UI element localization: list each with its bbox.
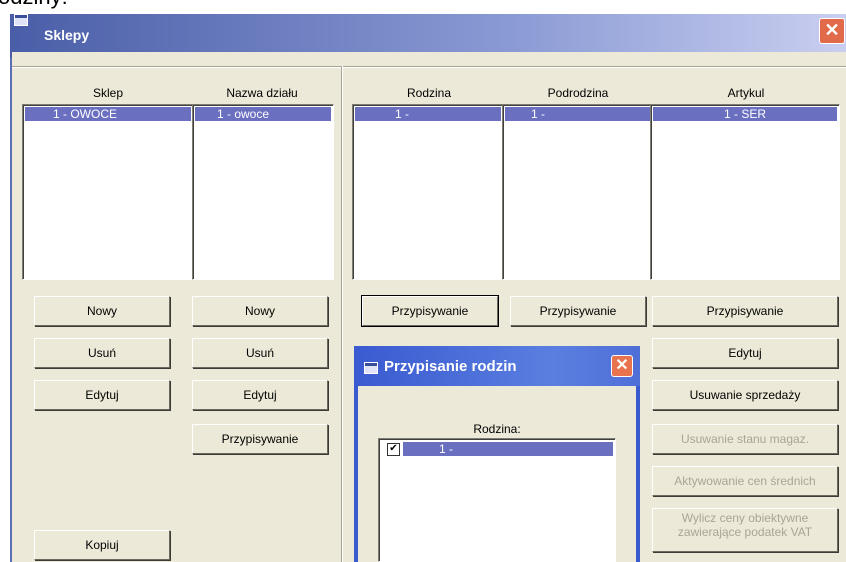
aktywowanie-cen-srednich-button[interactable]: Aktywowanie cen średnich	[652, 466, 838, 496]
dialog-window-icon	[364, 362, 378, 374]
artykul-list[interactable]: 1 - SER	[650, 104, 840, 280]
checkbox-icon[interactable]: ✔	[387, 443, 400, 456]
vertical-separator	[341, 66, 343, 562]
window-title: Sklepy	[44, 27, 90, 43]
sklep-edytuj-button[interactable]: Edytuj	[34, 380, 170, 410]
dialog-title: Przypisanie rodzin	[384, 358, 517, 375]
dialog-close-icon[interactable]: ✕	[611, 355, 633, 377]
podrodzina-header: Podrodzina	[547, 86, 609, 100]
podrodzina-przypisywanie-button[interactable]: Przypisywanie	[510, 296, 646, 326]
dzial-nowy-button[interactable]: Nowy	[192, 296, 328, 326]
rodzina-list-item-selected[interactable]: 1 -	[355, 107, 501, 121]
artykul-header: Artykul	[727, 86, 765, 100]
sklep-header: Sklep	[92, 86, 124, 100]
wylicz-ceny-line2: zawierające podatek VAT	[677, 525, 813, 539]
dzial-usun-button[interactable]: Usuń	[192, 338, 328, 368]
nazwa-dzialu-list-item-selected[interactable]: 1 - owoce	[195, 107, 331, 121]
rodzina-przypisywanie-button[interactable]: Przypisywanie	[361, 295, 499, 327]
podrodzina-list-item-selected[interactable]: 1 -	[505, 107, 651, 121]
background-page-text: odziny:	[0, 0, 68, 10]
wylicz-ceny-line1: Wylicz ceny obiektywne	[681, 511, 809, 525]
rodzina-checklist-item-label: 1 -	[439, 442, 454, 456]
rodzina-checklist-item[interactable]: 1 -	[403, 442, 613, 456]
sklep-usun-button[interactable]: Usuń	[34, 338, 170, 368]
artykul-list-item-selected[interactable]: 1 - SER	[653, 107, 837, 121]
podrodzina-list[interactable]: 1 -	[502, 104, 654, 280]
sklep-list[interactable]: 1 - OWOCE	[22, 104, 194, 280]
top-separator	[12, 66, 846, 68]
sklep-nowy-button[interactable]: Nowy	[34, 296, 170, 326]
usuwanie-stanu-magaz-button[interactable]: Usuwanie stanu magaz.	[652, 424, 838, 454]
sklep-kopiuj-button[interactable]: Kopiuj	[34, 530, 170, 560]
window-icon	[14, 14, 28, 26]
artykul-edytuj-button[interactable]: Edytuj	[652, 338, 838, 368]
dzial-przypisywanie-button[interactable]: Przypisywanie	[192, 424, 328, 454]
wylicz-ceny-button[interactable]: Wylicz ceny obiektywne zawierające podat…	[652, 508, 838, 552]
rodzina-checklist[interactable]: ✔ 1 -	[378, 438, 616, 562]
rodzina-header: Rodzina	[406, 86, 452, 100]
dzial-edytuj-button[interactable]: Edytuj	[192, 380, 328, 410]
usuwanie-sprzedazy-button[interactable]: Usuwanie sprzedaży	[652, 380, 838, 410]
rodzina-label: Rodzina:	[473, 422, 521, 436]
dialog-title-bar[interactable]: Przypisanie rodzin	[354, 346, 640, 386]
sklep-list-item-selected[interactable]: 1 - OWOCE	[25, 107, 191, 121]
close-icon[interactable]: ✕	[819, 18, 845, 44]
nazwa-dzialu-list[interactable]: 1 - owoce	[192, 104, 334, 280]
nazwa-dzialu-header: Nazwa działu	[226, 86, 298, 100]
rodzina-list[interactable]: 1 -	[352, 104, 504, 280]
artykul-przypisywanie-button[interactable]: Przypisywanie	[652, 296, 838, 326]
